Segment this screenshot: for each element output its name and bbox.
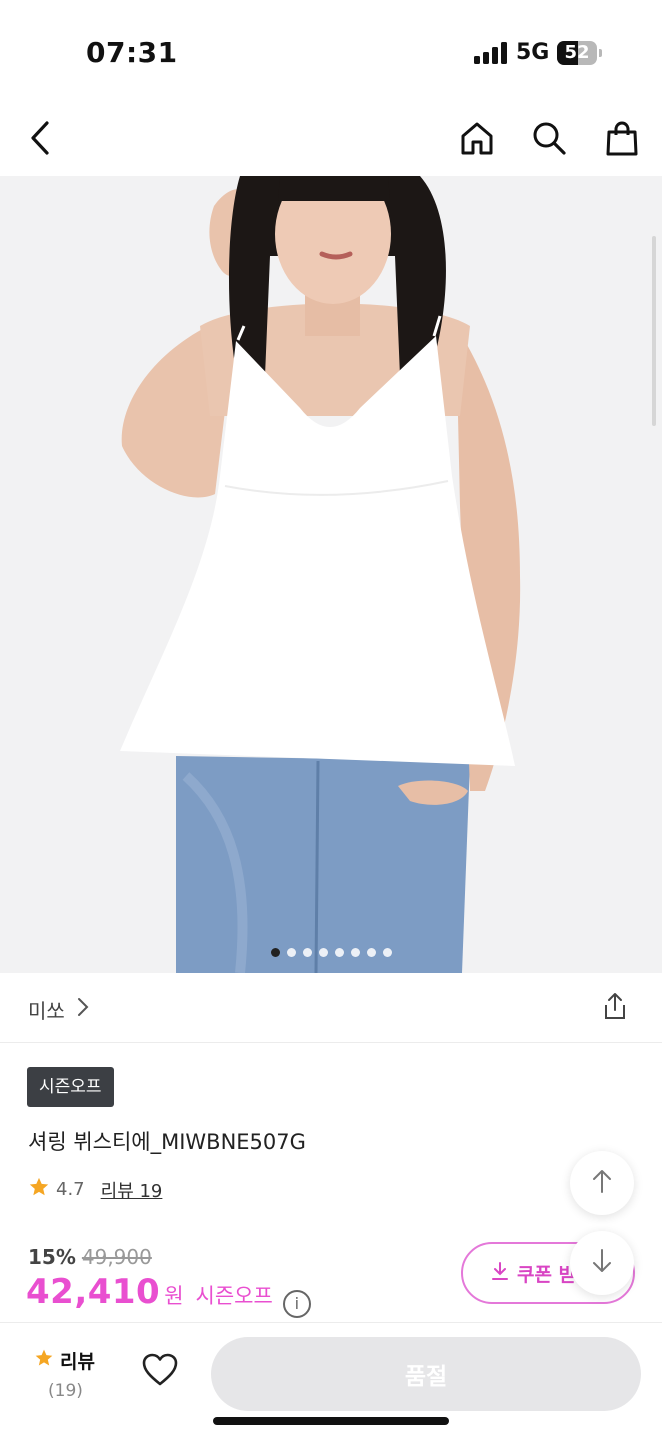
chevron-right-icon [76, 997, 90, 1021]
gallery-dot[interactable] [318, 948, 328, 957]
price-sale-row: 42,410 원 시즌오프 i [26, 1272, 311, 1318]
bottom-review-label: 리뷰 [60, 1351, 95, 1373]
bottom-review-button[interactable]: 리뷰 [34, 1347, 95, 1374]
battery-level: 52 [564, 42, 590, 63]
network-type: 5G [516, 40, 550, 65]
scroll-top-button[interactable] [570, 1151, 634, 1215]
season-off-badge: 시즌오프 [27, 1067, 114, 1107]
share-icon[interactable] [600, 991, 630, 1025]
heart-icon[interactable] [142, 1353, 178, 1391]
gallery-dot[interactable] [270, 948, 280, 957]
gallery-dot[interactable] [382, 948, 392, 957]
product-photo [0, 176, 662, 973]
back-icon[interactable] [20, 118, 60, 158]
price-original-row: 15% 49,900 [28, 1245, 152, 1269]
gallery-pagination[interactable] [0, 948, 662, 957]
arrow-down-icon [590, 1248, 614, 1278]
brand-name[interactable]: 미쏘 [28, 995, 65, 1024]
coupon-label: 쿠폰 받 [517, 1263, 577, 1286]
status-time: 07:31 [86, 36, 178, 69]
product-image-gallery[interactable] [0, 176, 662, 973]
gallery-dot[interactable] [286, 948, 296, 957]
status-bar: 07:31 5G 52 [0, 0, 662, 100]
discount-rate: 15% [28, 1245, 76, 1269]
star-icon [28, 1176, 50, 1203]
product-title: 셔링 뷔스티에_MIWBNE507G [28, 1130, 306, 1154]
signal-icon [474, 42, 508, 64]
soldout-button[interactable]: 품절 [211, 1337, 641, 1411]
currency-label: 원 [164, 1284, 184, 1308]
rating-row: 4.7 리뷰 19 [28, 1176, 162, 1203]
gallery-dot[interactable] [350, 948, 360, 957]
image-scrollbar [652, 236, 656, 426]
shopping-bag-icon[interactable] [602, 118, 642, 158]
season-off-label: 시즌오프 [195, 1284, 273, 1308]
review-link[interactable]: 리뷰 19 [101, 1177, 163, 1203]
battery-cap [599, 49, 602, 57]
home-icon[interactable] [457, 118, 497, 158]
original-price: 49,900 [81, 1245, 152, 1269]
gallery-dot[interactable] [334, 948, 344, 957]
sale-price: 42,410 [26, 1272, 161, 1312]
search-icon[interactable] [529, 118, 569, 158]
gallery-dot[interactable] [302, 948, 312, 957]
battery-icon: 52 [557, 41, 597, 65]
top-navigation [0, 100, 662, 176]
bottom-review-count: (19) [48, 1381, 83, 1401]
rating-value: 4.7 [56, 1179, 85, 1200]
star-icon [34, 1348, 54, 1373]
home-indicator [213, 1417, 449, 1425]
download-icon [491, 1261, 509, 1286]
gallery-dot[interactable] [366, 948, 376, 957]
info-icon[interactable]: i [282, 1289, 311, 1318]
brand-row[interactable]: 미쏘 [0, 973, 662, 1043]
arrow-up-icon [590, 1168, 614, 1198]
scroll-bottom-button[interactable] [570, 1231, 634, 1295]
